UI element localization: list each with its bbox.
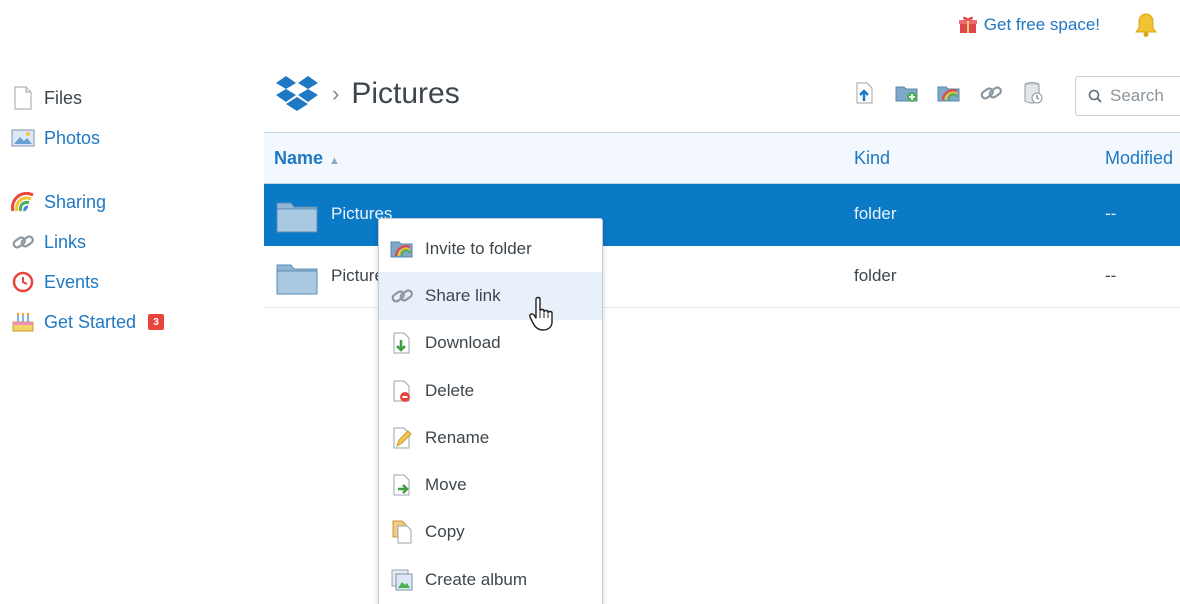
column-header-kind[interactable]: Kind — [854, 148, 890, 169]
bell-icon[interactable] — [1134, 12, 1158, 38]
sidebar-item-sharing[interactable]: Sharing — [10, 182, 230, 222]
breadcrumb-separator: › — [332, 81, 340, 106]
share-folder-button[interactable] — [936, 80, 962, 106]
menu-item-copy[interactable]: Copy — [379, 509, 602, 556]
copy-icon — [389, 519, 415, 545]
menu-item-label: Move — [425, 475, 467, 495]
page-title: Pictures — [351, 77, 460, 110]
link-icon — [389, 283, 415, 309]
menu-item-download[interactable]: Download — [379, 320, 602, 367]
sidebar-item-label: Photos — [44, 127, 101, 148]
create-album-icon — [389, 567, 415, 593]
menu-item-label: Delete — [425, 380, 475, 400]
sidebar-item-get-started[interactable]: Get Started 3 — [10, 302, 230, 342]
file-modified: -- — [1105, 204, 1117, 223]
download-icon — [389, 330, 415, 356]
top-bar: Get free space! — [958, 12, 1158, 38]
file-icon — [10, 86, 36, 110]
shared-folder-icon — [389, 236, 415, 262]
column-header-name-label: Name — [274, 148, 324, 168]
menu-item-invite-to-folder[interactable]: Invite to folder — [379, 225, 602, 272]
menu-item-delete[interactable]: Delete — [379, 367, 602, 414]
upload-button[interactable] — [852, 80, 878, 106]
column-header-modified[interactable]: Modified — [1105, 148, 1173, 169]
sidebar-item-events[interactable]: Events — [10, 262, 230, 302]
folder-icon — [276, 264, 318, 295]
menu-item-label: Rename — [425, 427, 490, 447]
cake-icon — [10, 310, 36, 334]
search-box[interactable] — [1075, 76, 1180, 116]
gift-icon — [958, 16, 977, 33]
new-folder-icon — [895, 86, 918, 102]
get-free-space-label: Get free space! — [983, 15, 1100, 34]
dropbox-logo-icon[interactable] — [274, 74, 320, 114]
delete-icon — [389, 378, 415, 404]
link-icon — [980, 86, 1002, 100]
file-kind: folder — [854, 204, 897, 223]
search-icon — [1088, 89, 1102, 103]
notification-badge: 3 — [148, 314, 165, 330]
sort-ascending-icon: ▲ — [329, 155, 340, 167]
menu-item-label: Share link — [425, 285, 501, 305]
folder-icon — [276, 202, 318, 233]
menu-item-label: Invite to folder — [425, 238, 532, 258]
sidebar-item-label: Sharing — [44, 191, 107, 212]
menu-item-label: Download — [425, 333, 501, 353]
sidebar-item-label: Links — [44, 231, 87, 252]
sidebar-item-label: Get Started — [44, 311, 137, 332]
photos-icon — [10, 126, 36, 150]
file-modified: -- — [1105, 266, 1117, 285]
toolbar — [852, 80, 1046, 106]
menu-item-label: Create album — [425, 569, 528, 589]
move-icon — [389, 472, 415, 498]
context-menu: Invite to folder Share link Download Del… — [378, 218, 603, 604]
breadcrumb: › Pictures — [274, 74, 460, 114]
sidebar-item-photos[interactable]: Photos — [10, 118, 230, 158]
menu-item-share-link[interactable]: Share link — [379, 272, 602, 320]
sidebar-item-label: Events — [44, 271, 100, 292]
deleted-files-button[interactable] — [1020, 80, 1046, 106]
file-list-header: Name ▲ Kind Modified — [264, 132, 1180, 184]
rainbow-icon — [10, 190, 36, 214]
share-link-button[interactable] — [978, 80, 1004, 106]
sidebar: Files Photos Sharing Links Events Get St… — [10, 78, 230, 342]
shared-folder-icon — [937, 86, 960, 102]
menu-item-create-album[interactable]: Create album — [379, 556, 602, 603]
menu-item-rename[interactable]: Rename — [379, 414, 602, 461]
trash-icon — [1024, 82, 1043, 104]
sidebar-item-label: Files — [44, 87, 83, 108]
link-icon — [10, 230, 36, 254]
sidebar-item-links[interactable]: Links — [10, 222, 230, 262]
new-folder-button[interactable] — [894, 80, 920, 106]
search-input[interactable] — [1110, 86, 1180, 106]
sidebar-item-files[interactable]: Files — [10, 78, 230, 118]
upload-icon — [856, 82, 873, 104]
menu-item-move[interactable]: Move — [379, 461, 602, 508]
rename-icon — [389, 425, 415, 451]
menu-item-label: Copy — [425, 522, 465, 542]
get-free-space-link[interactable]: Get free space! — [958, 15, 1100, 35]
events-icon — [10, 270, 36, 294]
column-header-name[interactable]: Name ▲ — [274, 148, 340, 169]
file-kind: folder — [854, 266, 897, 285]
